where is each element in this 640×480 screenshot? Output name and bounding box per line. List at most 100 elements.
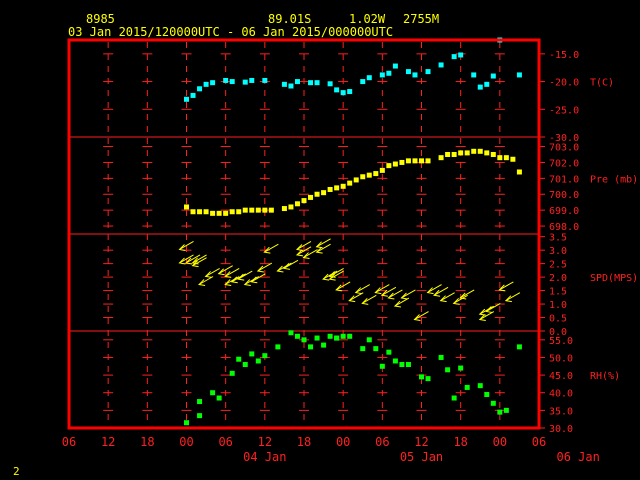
humidity-point	[197, 413, 203, 419]
humidity-point	[216, 395, 222, 401]
pressure-point	[405, 158, 411, 164]
humidity-point	[503, 407, 509, 413]
x-tick-label: 18	[140, 435, 154, 449]
wind-arrow-shaft	[231, 273, 246, 283]
x-tick-label: 00	[493, 435, 507, 449]
pressure-point	[425, 158, 431, 164]
wind-arrow-shaft	[505, 292, 521, 302]
day-label: 04 Jan	[243, 450, 286, 464]
humidity-point	[405, 362, 411, 368]
wind-arrow-shaft	[355, 284, 370, 294]
humidity-point	[445, 367, 451, 373]
y-tick-label: 2.5	[549, 260, 567, 271]
pressure-point	[216, 210, 222, 216]
pressure-point	[268, 207, 274, 213]
temperature-point	[340, 90, 346, 96]
pressure-point	[503, 155, 509, 161]
temperature-point	[477, 84, 483, 90]
temperature-point	[203, 81, 209, 87]
y-tick-label: 30.0	[549, 424, 573, 435]
pressure-point	[366, 172, 372, 178]
pressure-point	[308, 194, 314, 200]
pressure-point	[327, 186, 333, 192]
temperature-point	[405, 69, 411, 75]
pressure-point	[451, 151, 457, 157]
wind-arrow-shaft	[238, 270, 253, 280]
y-tick-label: 35.0	[549, 406, 573, 417]
humidity-point	[275, 344, 281, 350]
pressure-point	[294, 201, 300, 207]
y-tick-label: 0.5	[549, 314, 567, 325]
wind-arrow-shaft	[381, 286, 397, 296]
humidity-point	[419, 374, 424, 380]
wind-arrow-shaft	[433, 286, 449, 296]
wind-arrow	[328, 267, 344, 278]
wind-arrow-shaft	[362, 294, 377, 304]
wind-arrow	[250, 273, 266, 284]
wind-arrow-shaft	[251, 273, 266, 283]
wind-arrow-shaft	[283, 259, 299, 269]
y-axis-label: RH(%)	[590, 371, 620, 382]
wind-arrow-shaft	[499, 281, 514, 291]
pressure-point	[438, 155, 444, 161]
pressure-point	[203, 209, 209, 215]
pressure-point	[314, 191, 320, 197]
temperature-point	[242, 79, 248, 85]
pressure-point	[334, 185, 340, 191]
pressure-point	[471, 148, 477, 154]
temperature-point	[262, 77, 268, 83]
temperature-point	[412, 72, 418, 78]
temperature-point	[438, 62, 444, 68]
pressure-point	[197, 209, 203, 215]
x-tick-label: 12	[414, 435, 428, 449]
humidity-point	[425, 376, 431, 382]
y-tick-label: 698.0	[549, 222, 579, 233]
pressure-point	[236, 209, 242, 215]
station-id: 8985	[86, 12, 115, 26]
y-tick-label: 50.0	[549, 353, 573, 364]
y-tick-label: 3.5	[549, 233, 567, 244]
temperature-point	[229, 79, 235, 85]
humidity-point	[484, 391, 490, 397]
humidity-point	[255, 358, 261, 364]
temperature-point	[249, 77, 255, 83]
wind-arrow-shaft	[205, 267, 220, 277]
temperature-point	[184, 96, 189, 102]
temperature-point	[366, 75, 372, 81]
y-tick-label: 1.0	[549, 300, 567, 311]
pressure-point	[340, 183, 346, 189]
humidity-point	[314, 335, 320, 341]
humidity-point	[458, 365, 464, 371]
humidity-point	[379, 363, 385, 369]
wind-arrow	[387, 289, 403, 300]
pressure-point	[510, 156, 516, 162]
wind-arrow-shaft	[459, 289, 475, 299]
wind-arrow	[485, 303, 501, 313]
pressure-point	[281, 206, 287, 212]
temperature-point	[392, 63, 398, 69]
temperature-point	[197, 86, 203, 92]
temperature-point	[386, 70, 392, 76]
wind-arrow	[459, 289, 475, 300]
pressure-point	[484, 150, 490, 156]
wind-arrow	[237, 270, 253, 281]
pressure-point	[490, 151, 496, 157]
temperature-point	[360, 79, 366, 85]
humidity-point	[327, 333, 333, 339]
humidity-point	[516, 344, 522, 350]
temperature-point	[425, 69, 431, 75]
humidity-point	[288, 330, 294, 336]
pressure-point	[419, 158, 424, 164]
temperature-point	[334, 87, 340, 93]
humidity-point	[334, 335, 340, 341]
pressure-point	[190, 209, 196, 215]
wind-arrow	[504, 292, 521, 303]
y-tick-label: 55.0	[549, 336, 573, 347]
wind-arrow	[361, 294, 377, 305]
humidity-point	[399, 362, 405, 368]
humidity-point	[366, 337, 372, 343]
day-label: 06 Jan	[556, 450, 599, 464]
y-axis-label: T(C)	[590, 78, 614, 89]
y-tick-label: 701.0	[549, 174, 579, 185]
x-tick-label: 12	[258, 435, 272, 449]
